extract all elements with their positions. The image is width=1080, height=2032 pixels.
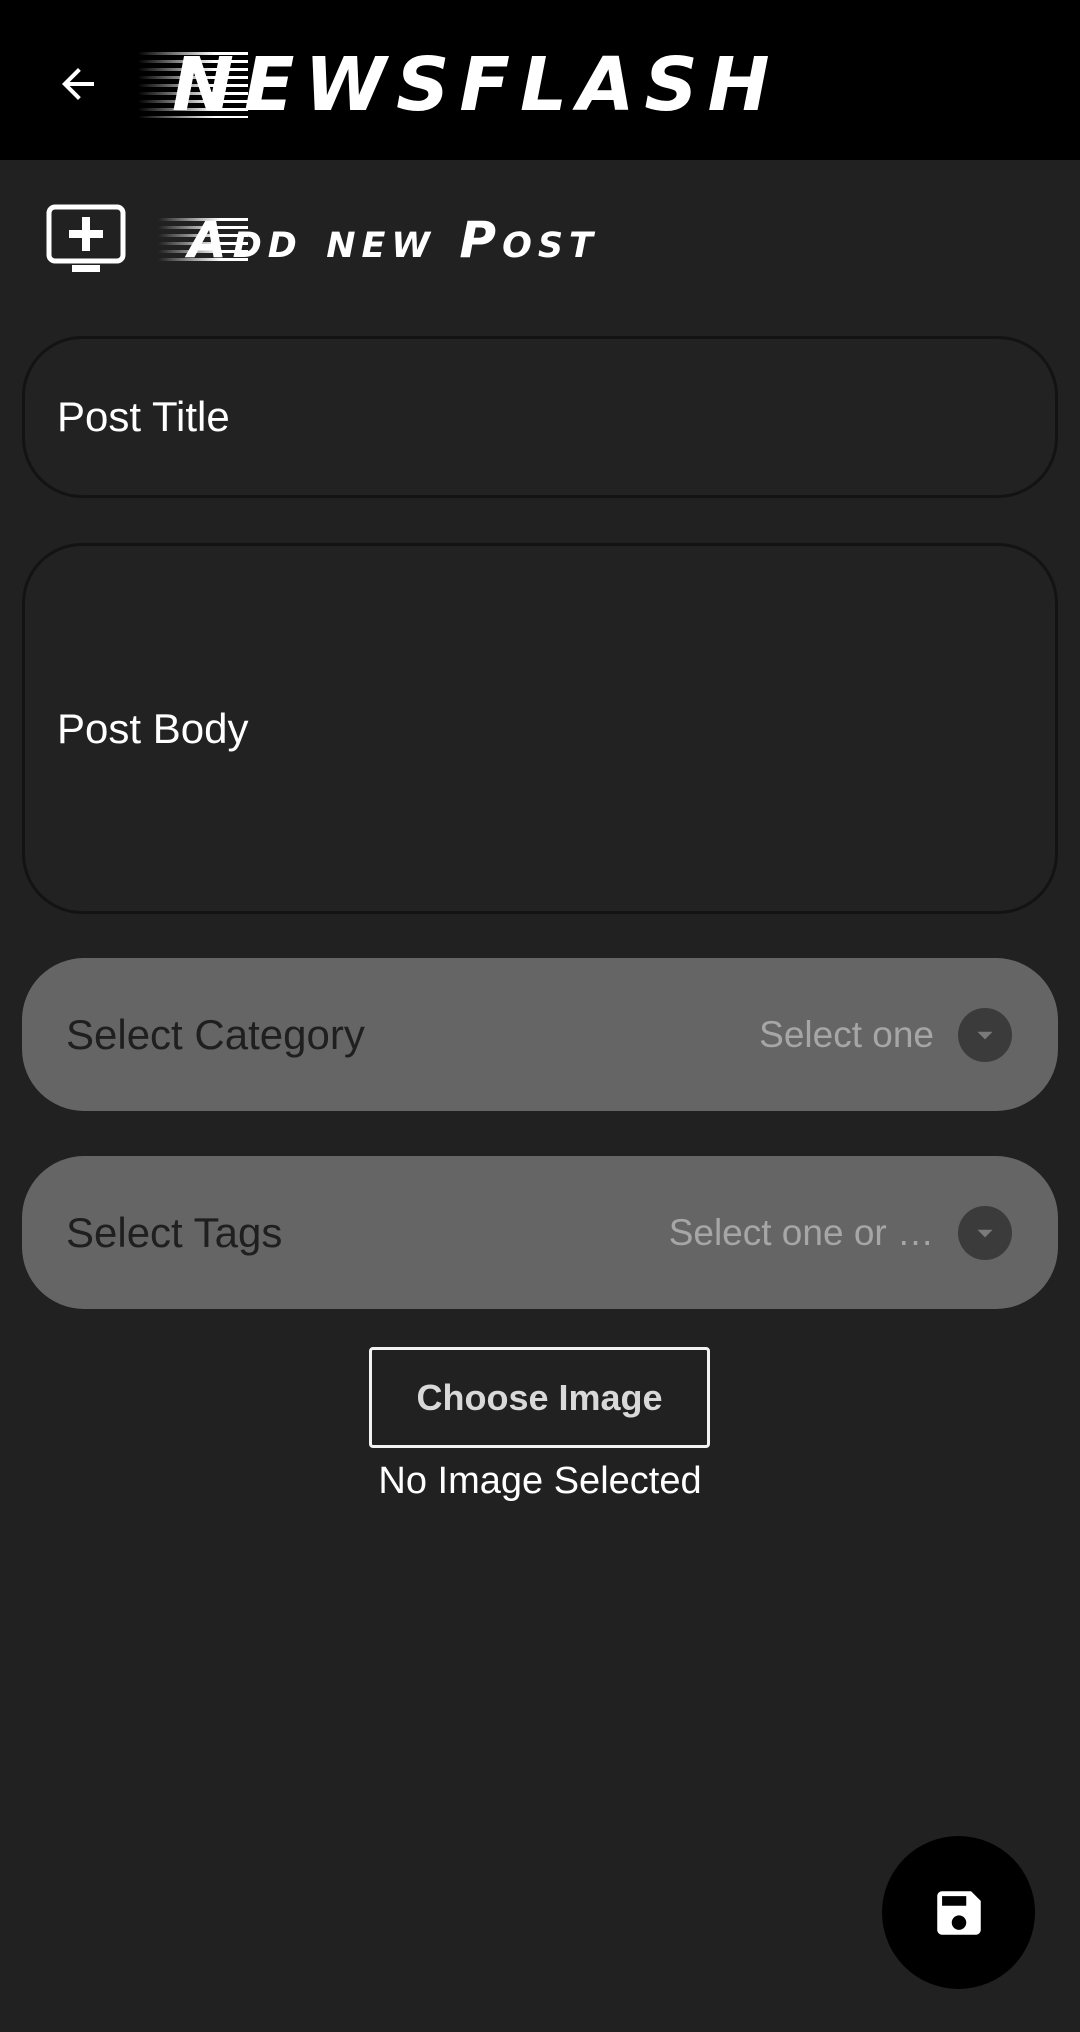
page-title: Add new Post [158,211,599,269]
tags-dropdown[interactable]: Select Tags Select one or … [22,1156,1058,1309]
image-status: No Image Selected [378,1460,702,1502]
app-logo-text: NEWSFLASH [172,42,780,128]
section-header: Add new Post [0,190,1080,290]
post-body-field[interactable]: Post Body [22,543,1058,914]
app-bar: NEWSFLASH [0,0,1080,160]
page-title-text: Add new Post [188,211,599,269]
tags-label: Select Tags [66,1208,283,1256]
app-logo: NEWSFLASH [138,46,842,124]
category-dropdown[interactable]: Select Category Select one [22,958,1058,1111]
post-body-placeholder: Post Body [57,704,249,752]
post-title-field[interactable]: Post Title [22,336,1058,498]
add-post-screen: NEWSFLASH Add new Post Post Title Post B… [0,0,1080,2032]
tags-value: Select one or … [668,1211,934,1253]
back-button[interactable] [38,44,118,124]
post-title-placeholder: Post Title [57,393,230,440]
monitor-add-icon [46,204,126,272]
category-value: Select one [759,1013,934,1055]
arrow-left-icon [62,68,94,100]
category-label: Select Category [66,1010,365,1058]
choose-image-button[interactable]: Choose Image [369,1347,710,1448]
save-icon [936,1890,981,1935]
dropdown-arrow-icon[interactable] [958,1205,1012,1260]
save-button[interactable] [882,1836,1035,1989]
dropdown-arrow-icon[interactable] [958,1007,1012,1062]
